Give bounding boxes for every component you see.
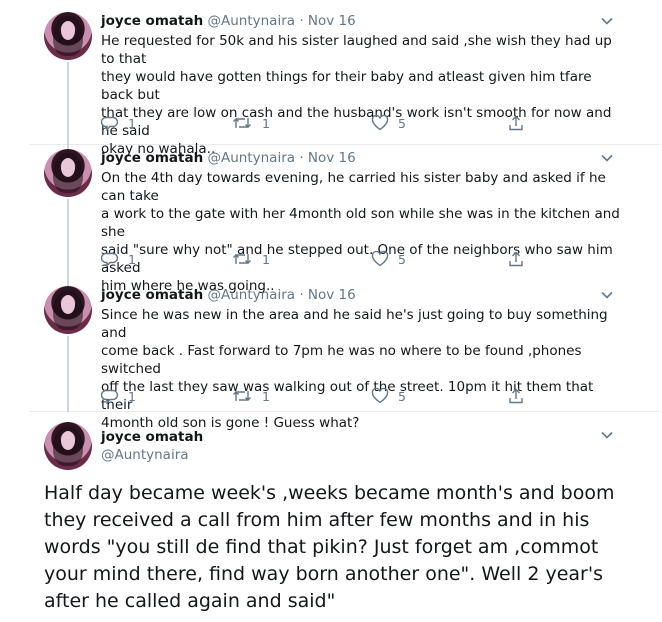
thread-connector: [67, 336, 69, 412]
tweet-date[interactable]: Nov 16: [308, 150, 356, 166]
tweet-text-line: they received a call from him after few …: [44, 509, 590, 531]
chevron-down-icon[interactable]: [600, 288, 614, 302]
focused-tweet[interactable]: joyce omatah @Auntynaira Half day became…: [29, 412, 660, 622]
reply-button[interactable]: 1: [101, 249, 136, 269]
heart-icon: [371, 250, 389, 267]
tweet-actions: 1 1 5: [101, 249, 571, 269]
tweet-text: On the 4th day towards evening, he carri…: [101, 169, 621, 295]
tweet-text-line: they would have gotten things for their …: [101, 69, 592, 103]
tweet-date[interactable]: Nov 16: [308, 13, 356, 29]
tweet-header: joyce omatah @Auntynaira · Nov 16: [101, 12, 356, 30]
user-name[interactable]: joyce omatah: [101, 428, 203, 446]
tweet-text-line: Since he was new in the area and he said…: [101, 307, 608, 341]
separator-dot: ·: [299, 13, 304, 29]
user-handle[interactable]: @Auntynaira: [207, 13, 295, 29]
tweet-text: Half day became week's ,weeks became mon…: [44, 480, 654, 615]
chevron-down-icon[interactable]: [600, 151, 614, 165]
heart-icon: [371, 114, 389, 131]
reply-button[interactable]: 1: [101, 113, 136, 133]
thread-connector: [67, 199, 69, 282]
avatar[interactable]: [44, 12, 92, 60]
thread-connector: [67, 62, 69, 145]
retweet-count: 1: [262, 115, 270, 131]
retweet-count: 1: [262, 388, 270, 404]
like-button[interactable]: 5: [371, 249, 406, 269]
retweet-button[interactable]: 1: [231, 249, 270, 269]
like-button[interactable]: 5: [371, 386, 406, 406]
chevron-down-icon[interactable]: [600, 14, 614, 28]
tweet-actions: 1 1 5: [101, 386, 571, 406]
tweet-text-line: a work to the gate with her 4month old s…: [101, 206, 620, 240]
share-icon: [509, 115, 523, 131]
reply-icon: [101, 389, 119, 405]
like-count: 5: [398, 251, 406, 267]
reply-icon: [101, 252, 119, 268]
like-button[interactable]: 5: [371, 113, 406, 133]
tweet-header: joyce omatah @Auntynaira · Nov 16: [101, 286, 356, 304]
retweet-button[interactable]: 1: [231, 386, 270, 406]
separator-dot: ·: [299, 287, 304, 303]
user-name[interactable]: joyce omatah: [101, 287, 203, 303]
separator-dot: ·: [299, 150, 304, 166]
user-name[interactable]: joyce omatah: [101, 150, 203, 166]
tweet[interactable]: joyce omatah @Auntynaira · Nov 16 He req…: [29, 0, 660, 157]
tweet-header: joyce omatah @Auntynaira · Nov 16: [101, 149, 356, 167]
share-icon: [509, 388, 523, 404]
like-count: 5: [398, 388, 406, 404]
tweet-actions: 1 1 5: [101, 113, 571, 133]
retweet-count: 1: [262, 251, 270, 267]
retweet-icon: [233, 391, 251, 401]
reply-count: 1: [128, 115, 136, 131]
reply-icon: [101, 116, 119, 132]
tweet-text-line: your mind there, find way born another o…: [44, 563, 603, 585]
retweet-icon: [233, 254, 251, 264]
tweet-text-line: Half day became week's ,weeks became mon…: [44, 482, 615, 504]
share-button[interactable]: [507, 249, 525, 269]
tweet-date[interactable]: Nov 16: [308, 287, 356, 303]
tweet-text-line: On the 4th day towards evening, he carri…: [101, 170, 606, 204]
tweet-text-line: words "you still de find that pikin? Jus…: [44, 536, 599, 558]
avatar[interactable]: [44, 286, 92, 334]
share-button[interactable]: [507, 386, 525, 406]
tweet-text-line: come back . Fast forward to 7pm he was n…: [101, 343, 582, 377]
retweet-icon: [233, 118, 251, 128]
share-button[interactable]: [507, 113, 525, 133]
heart-icon: [371, 387, 389, 404]
conversation-thread: joyce omatah @Auntynaira · Nov 16 He req…: [29, 0, 660, 622]
tweet[interactable]: joyce omatah @Auntynaira · Nov 16 Since …: [29, 282, 660, 431]
avatar[interactable]: [44, 422, 92, 470]
user-handle[interactable]: @Auntynaira: [207, 150, 295, 166]
chevron-down-icon[interactable]: [600, 428, 614, 442]
tweet-text-line: after he called again and said": [44, 590, 336, 612]
user-name[interactable]: joyce omatah: [101, 13, 203, 29]
like-count: 5: [398, 115, 406, 131]
reply-count: 1: [128, 251, 136, 267]
reply-count: 1: [128, 388, 136, 404]
reply-button[interactable]: 1: [101, 386, 136, 406]
user-handle[interactable]: @Auntynaira: [207, 287, 295, 303]
tweet-text-line: He requested for 50k and his sister laug…: [101, 33, 612, 67]
user-handle[interactable]: @Auntynaira: [101, 446, 189, 464]
retweet-button[interactable]: 1: [231, 113, 270, 133]
tweet[interactable]: joyce omatah @Auntynaira · Nov 16 On the…: [29, 145, 660, 294]
share-icon: [509, 251, 523, 267]
tweet-text: He requested for 50k and his sister laug…: [101, 32, 621, 158]
avatar[interactable]: [44, 149, 92, 197]
